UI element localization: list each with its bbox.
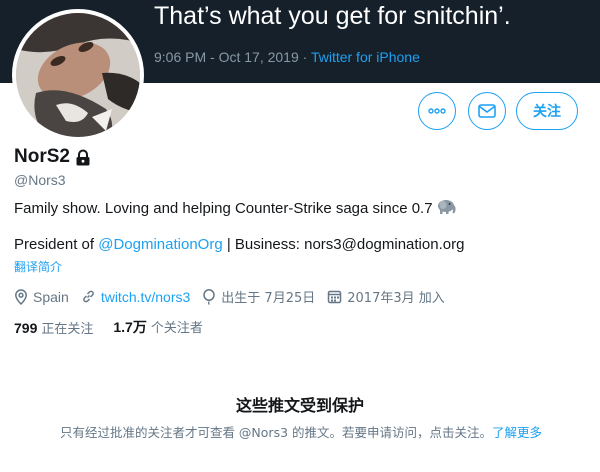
website-item: twitch.tv/nors3 <box>81 289 190 305</box>
protected-tweets-description: 只有经过批准的关注者才可查看 @Nors3 的推文。若要申请访问，点击关注。了解… <box>22 424 580 442</box>
balloon-icon <box>203 288 216 305</box>
banner-timestamp: 9:06 PM - Oct 17, 2019 · <box>154 49 311 65</box>
website-link[interactable]: twitch.tv/nors3 <box>101 289 190 305</box>
avatar-image <box>16 13 140 137</box>
banner-tweet-meta: 9:06 PM - Oct 17, 2019 · Twitter for iPh… <box>154 49 420 65</box>
bio-line-2: President of @DogminationOrg | Business:… <box>14 235 594 255</box>
display-name[interactable]: NorS2 <box>14 146 70 168</box>
bio-mention-link[interactable]: @DogminationOrg <box>98 236 222 253</box>
elephant-emoji-icon <box>437 198 457 221</box>
protected-tweets-title: 这些推文受到保护 <box>235 396 364 415</box>
followers-label: 个关注者 <box>150 321 203 336</box>
banner-quote-text: That’s what you get for snitchin’. <box>154 2 511 30</box>
envelope-icon <box>478 104 496 118</box>
calendar-icon <box>328 290 342 304</box>
bio-line-1: Family show. Loving and helping Counter-… <box>14 198 594 218</box>
avatar[interactable] <box>12 9 144 141</box>
following-count: 799 <box>14 319 38 336</box>
profile-bio: Family show. Loving and helping Counter-… <box>14 198 594 255</box>
bio-suffix: | Business: nors3@dogmination.org <box>222 236 465 253</box>
lock-icon <box>75 149 91 166</box>
following-label: 正在关注 <box>41 321 94 337</box>
more-dots-icon <box>428 108 446 114</box>
following-stat[interactable]: 799 正在关注 <box>14 318 93 337</box>
profile-stats: 799 正在关注 1.7万 个关注者 <box>14 317 223 337</box>
learn-more-link[interactable]: 了解更多 <box>492 425 542 440</box>
profile-handle: @Nors3 <box>14 172 66 188</box>
bio-prefix: President of <box>14 236 99 253</box>
joined-item: 2017年3月 加入 <box>327 287 445 306</box>
profile-meta-row: Spain twitch.tv/nors3 出生于 7月25日 2017年3月 … <box>14 287 457 306</box>
followers-count: 1.7万 <box>113 319 147 335</box>
protected-desc-text: 只有经过批准的关注者才可查看 @Nors3 的推文。若要申请访问，点击关注。 <box>59 425 493 440</box>
birthday-item: 出生于 7月25日 <box>202 287 315 306</box>
location-item: Spain <box>14 289 69 305</box>
message-button[interactable] <box>468 92 506 130</box>
joined-text: 2017年3月 加入 <box>347 291 445 306</box>
more-options-button[interactable] <box>418 92 456 130</box>
followers-stat[interactable]: 1.7万 个关注者 <box>113 317 202 337</box>
follow-button[interactable]: 关注 <box>516 92 578 130</box>
translate-bio-link[interactable]: 翻译简介 <box>14 258 62 275</box>
banner-source: Twitter for iPhone <box>310 49 420 65</box>
birthday-text: 出生于 7月25日 <box>221 291 316 306</box>
profile-name-row: NorS2 <box>14 146 91 168</box>
bio-text: Family show. Loving and helping Counter-… <box>14 200 433 217</box>
location-text: Spain <box>33 288 69 305</box>
location-pin-icon <box>15 288 27 305</box>
link-icon <box>83 290 94 303</box>
